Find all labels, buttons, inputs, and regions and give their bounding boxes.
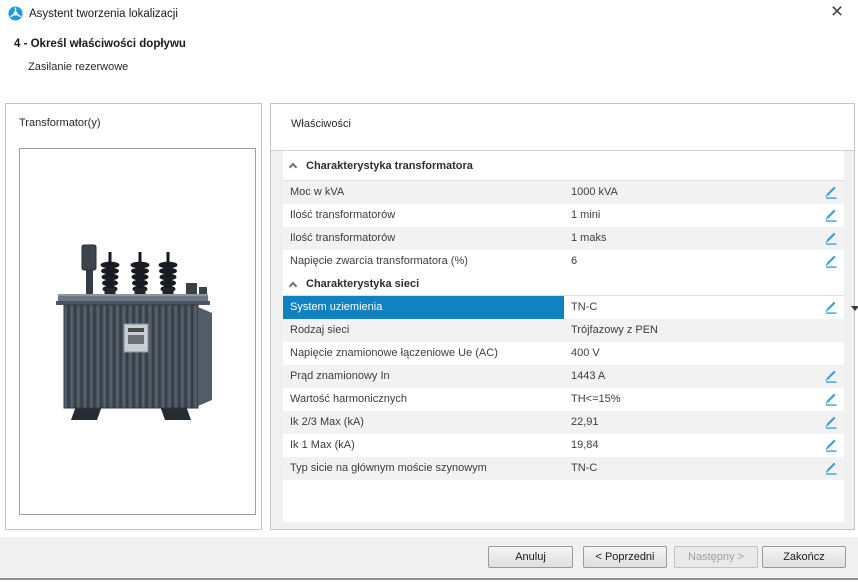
- cancel-button[interactable]: Anuluj: [488, 546, 573, 568]
- edit-pencil-icon[interactable]: [824, 300, 839, 315]
- property-row[interactable]: Moc w kVA1000 kVA: [283, 181, 844, 204]
- previous-button[interactable]: < Poprzedni: [583, 546, 667, 568]
- property-value: 22,91: [564, 411, 844, 434]
- property-label: Typ sicie na głównym moście szynowym: [283, 457, 564, 480]
- step-title: 4 - Określ właściwości dopływu: [14, 38, 186, 50]
- transformer-image: [48, 238, 228, 426]
- section-header[interactable]: Charakterystyka sieci: [283, 273, 844, 296]
- properties-title: Właściwości: [291, 118, 351, 130]
- property-row[interactable]: Wartość harmonicznychTH<=15%: [283, 388, 844, 411]
- window-title: Asystent tworzenia lokalizacji: [29, 8, 178, 20]
- wizard-dialog: Asystent tworzenia lokalizacji × 4 - Okr…: [0, 0, 858, 585]
- property-row[interactable]: Ik 1 Max (kA)19,84: [283, 434, 844, 457]
- property-label: Napięcie zwarcia transformatora (%): [283, 250, 564, 273]
- property-row[interactable]: Napięcie zwarcia transformatora (%)6: [283, 250, 844, 273]
- property-row[interactable]: Ilość transformatorów1 mini: [283, 204, 844, 227]
- edit-pencil-icon[interactable]: [824, 254, 839, 269]
- property-label: Moc w kVA: [283, 181, 564, 204]
- property-value: 6: [564, 250, 844, 273]
- transformers-panel: Transformator(y): [5, 103, 262, 530]
- property-value: Trójfazowy z PEN: [564, 319, 844, 342]
- next-button[interactable]: Następny >: [674, 546, 758, 568]
- property-value: 19,84: [564, 434, 844, 457]
- property-row[interactable]: Ilość transformatorów1 maks: [283, 227, 844, 250]
- property-value: TH<=15%: [564, 388, 844, 411]
- edit-pencil-icon[interactable]: [824, 461, 839, 476]
- property-label: Ilość transformatorów: [283, 227, 564, 250]
- property-value: 400 V: [564, 342, 844, 365]
- property-value: 1000 kVA: [564, 181, 844, 204]
- app-logo-icon: [8, 6, 23, 21]
- property-row[interactable]: System uziemieniaTN-C: [283, 296, 844, 319]
- property-value: 1 mini: [564, 204, 844, 227]
- chevron-up-icon: [289, 281, 297, 289]
- property-label: Ik 2/3 Max (kA): [283, 411, 564, 434]
- edit-pencil-icon[interactable]: [824, 185, 839, 200]
- property-row[interactable]: Typ sicie na głównym moście szynowymTN-C: [283, 457, 844, 480]
- property-label: Ilość transformatorów: [283, 204, 564, 227]
- close-icon[interactable]: ×: [824, 0, 850, 26]
- edit-pencil-icon[interactable]: [824, 231, 839, 246]
- step-subtitle: Zasilanie rezerwowe: [28, 61, 128, 73]
- dropdown-caret-icon[interactable]: [851, 306, 858, 311]
- property-label: System uziemienia: [283, 296, 564, 319]
- property-label: Napięcie znamionowe łączeniowe Ue (AC): [283, 342, 564, 365]
- properties-panel: Właściwości Charakterystyka transformato…: [270, 103, 855, 530]
- section-title: Charakterystyka sieci: [306, 278, 419, 290]
- property-label: Wartość harmonicznych: [283, 388, 564, 411]
- property-row[interactable]: Napięcie znamionowe łączeniowe Ue (AC)40…: [283, 342, 844, 365]
- property-row[interactable]: Rodzaj sieciTrójfazowy z PEN: [283, 319, 844, 342]
- transformer-image-frame: [19, 148, 256, 515]
- property-value: 1443 A: [564, 365, 844, 388]
- property-value: TN-C: [564, 457, 844, 480]
- properties-header: Właściwości: [271, 104, 854, 151]
- chevron-up-icon: [289, 163, 297, 171]
- finish-button[interactable]: Zakończ: [762, 546, 846, 568]
- properties-table: Charakterystyka transformatoraMoc w kVA1…: [283, 151, 844, 522]
- edit-pencil-icon[interactable]: [824, 438, 839, 453]
- section-header[interactable]: Charakterystyka transformatora: [283, 151, 844, 181]
- edit-pencil-icon[interactable]: [824, 415, 839, 430]
- transformers-panel-title: Transformator(y): [19, 117, 101, 129]
- property-label: Prąd znamionowy In: [283, 365, 564, 388]
- section-title: Charakterystyka transformatora: [306, 160, 473, 172]
- property-label: Rodzaj sieci: [283, 319, 564, 342]
- property-row[interactable]: Prąd znamionowy In1443 A: [283, 365, 844, 388]
- edit-pencil-icon[interactable]: [824, 208, 839, 223]
- edit-pencil-icon[interactable]: [824, 392, 839, 407]
- property-value: TN-C: [564, 296, 844, 319]
- property-label: Ik 1 Max (kA): [283, 434, 564, 457]
- edit-pencil-icon[interactable]: [824, 369, 839, 384]
- property-row[interactable]: Ik 2/3 Max (kA)22,91: [283, 411, 844, 434]
- bottom-divider: [0, 578, 858, 580]
- property-value: 1 maks: [564, 227, 844, 250]
